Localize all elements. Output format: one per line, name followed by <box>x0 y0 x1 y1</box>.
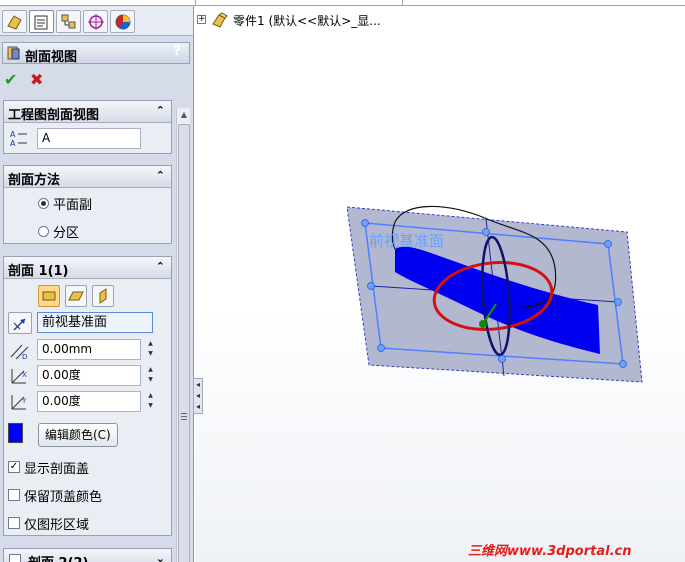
show-cap-checkbox[interactable]: ✓ <box>8 461 20 473</box>
group-title: 工程图剖面视图 <box>8 108 100 123</box>
tree-expander[interactable]: + <box>197 15 206 24</box>
radio-zonal-label[interactable]: 分区 <box>53 222 79 241</box>
model-viewport[interactable]: 前视基准面 <box>195 6 685 562</box>
configuration-tab[interactable] <box>56 10 81 33</box>
group-header[interactable]: 工程图剖面视图 ⌃ <box>4 101 171 123</box>
svg-text:Y: Y <box>21 397 27 405</box>
reference-plane-input[interactable]: 前视基准面 <box>37 312 153 333</box>
rotate-x-icon: X <box>11 369 27 384</box>
show-cap-label[interactable]: 显示剖面盖 <box>24 458 89 477</box>
group-header[interactable]: 剖面 1(1) ⌃ <box>4 257 171 279</box>
configuration-icon <box>61 14 76 29</box>
reference-arrow-icon <box>13 318 26 331</box>
rotate-y-icon: Y <box>11 395 27 410</box>
offset-input[interactable]: 0.00mm <box>37 339 141 360</box>
radio-planar[interactable] <box>38 198 49 209</box>
offset-distance-icon: D <box>10 344 29 361</box>
edit-color-button[interactable]: 编辑颜色(C) <box>38 423 118 447</box>
manager-tabs <box>0 6 193 36</box>
rotate-y-spinner[interactable]: ▲ ▼ <box>144 391 157 412</box>
propertymanager-tab[interactable] <box>29 10 54 33</box>
group-section-1: 剖面 1(1) ⌃ 前视基准面 D 0.00mm ▲ ▼ X 0.00度 ▲ ▼ Y… <box>3 256 172 536</box>
svg-text:A: A <box>10 139 16 147</box>
keep-color-label[interactable]: 保留顶盖颜色 <box>24 486 102 505</box>
radio-zonal[interactable] <box>38 226 49 237</box>
group-title: 剖面方法 <box>8 173 61 188</box>
top-plane-icon <box>68 291 84 301</box>
dimxpert-tab[interactable] <box>83 10 108 33</box>
svg-text:A: A <box>10 130 16 139</box>
collapse-icon[interactable]: ⌃ <box>156 169 165 182</box>
section-name-input[interactable]: A <box>37 128 141 149</box>
group-title: 剖面 1(1) <box>8 264 69 279</box>
offset-spinner[interactable]: ▲ ▼ <box>144 339 157 360</box>
graphics-only-checkbox[interactable] <box>8 517 20 529</box>
top-plane-button[interactable] <box>65 285 87 307</box>
cancel-icon[interactable]: ✖ <box>30 70 43 89</box>
group-header[interactable]: 剖面方法 ⌃ <box>4 166 171 188</box>
group-header[interactable]: 剖面 2(2) ⌄ <box>4 549 171 562</box>
pm-title-bar: 剖面视图 ? <box>2 42 190 65</box>
keep-color-checkbox[interactable] <box>8 489 20 501</box>
part-icon <box>212 12 228 28</box>
graphics-only-label[interactable]: 仅图形区域 <box>24 514 89 533</box>
collapse-icon[interactable]: ⌃ <box>156 104 165 117</box>
group-section-2: 剖面 2(2) ⌄ <box>3 548 172 562</box>
pm-title: 剖面视图 <box>25 50 78 65</box>
tree-root-label[interactable]: 零件1 (默认<<默认>_显... <box>233 12 381 29</box>
ok-icon[interactable]: ✔ <box>4 70 17 89</box>
group-drawing-section-view: 工程图剖面视图 ⌃ A A A <box>3 100 172 154</box>
expand-icon[interactable]: ⌄ <box>156 552 165 562</box>
section-2-checkbox[interactable] <box>9 554 21 562</box>
display-tab[interactable] <box>110 10 135 33</box>
group-title: 剖面 2(2) <box>28 552 89 562</box>
rotate-y-input[interactable]: 0.00度 <box>37 391 141 412</box>
right-plane-button[interactable] <box>92 285 114 307</box>
radio-planar-label[interactable]: 平面副 <box>53 194 92 213</box>
panel-scrollbar[interactable]: ▲ <box>176 108 190 562</box>
scroll-thumb[interactable] <box>178 124 190 562</box>
display-icon <box>115 14 131 30</box>
featuremanager-tab[interactable] <box>2 10 27 33</box>
reference-selector[interactable] <box>8 312 32 334</box>
section-color-swatch <box>8 423 23 443</box>
group-section-method: 剖面方法 ⌃ 平面副 分区 <box>3 165 172 244</box>
rotate-x-input[interactable]: 0.00度 <box>37 365 141 386</box>
help-button[interactable]: ? <box>169 44 185 62</box>
front-plane-icon <box>42 291 56 301</box>
panel-collapse-handle[interactable]: ◂ ◂ ◂ <box>193 378 203 414</box>
watermark: 三维网www.3dportal.cn <box>468 544 632 559</box>
section-view-icon <box>7 46 20 60</box>
plane-label: 前视基准面 <box>369 232 444 250</box>
rotate-x-spinner[interactable]: ▲ ▼ <box>144 365 157 386</box>
collapse-icon[interactable]: ⌃ <box>156 260 165 273</box>
right-plane-icon <box>99 288 107 304</box>
dimxpert-icon <box>88 14 104 30</box>
svg-text:D: D <box>22 353 27 361</box>
scroll-up-icon[interactable]: ▲ <box>177 108 191 122</box>
triad-origin[interactable] <box>479 320 487 328</box>
featuremanager-icon <box>7 15 22 30</box>
propertymanager-icon <box>34 15 48 30</box>
svg-text:X: X <box>22 371 27 379</box>
front-plane-button[interactable] <box>38 285 60 307</box>
graphics-area[interactable]: 前视基准面 <box>195 6 685 562</box>
name-arrows-icon: A A <box>10 130 27 147</box>
property-manager-panel: 剖面视图 ? ✔ ✖ 工程图剖面视图 ⌃ A A A 剖面方法 ⌃ 平面副 分区 <box>0 6 194 562</box>
